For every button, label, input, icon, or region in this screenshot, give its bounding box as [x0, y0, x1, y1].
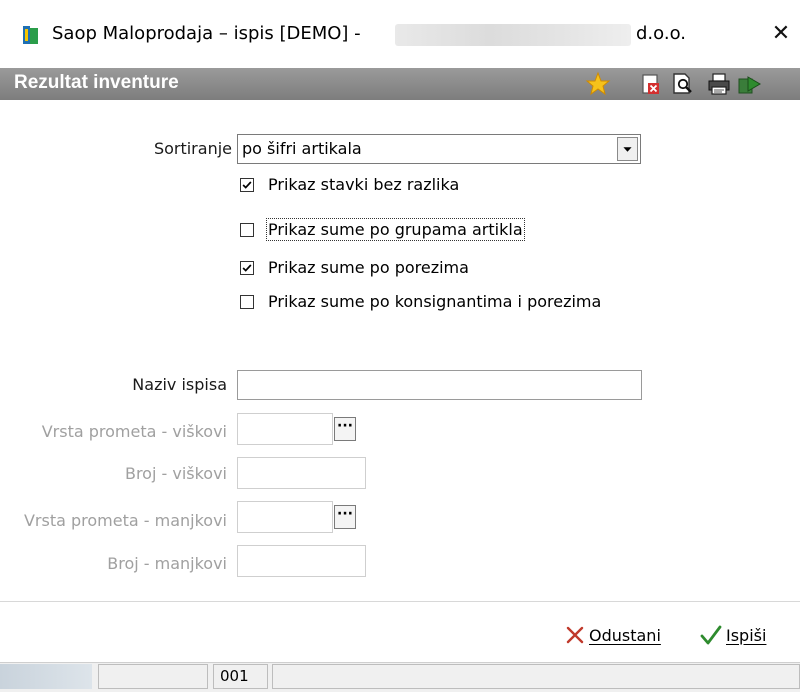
- vrsta-manjkovi-lookup-button[interactable]: ···: [334, 505, 356, 529]
- cancel-button-label: Odustani: [589, 625, 661, 645]
- sort-label: Sortiranje: [153, 139, 232, 158]
- app-icon: [23, 26, 38, 44]
- status-code-panel: 001: [213, 664, 268, 689]
- broj-viskovi-label: Broj - viškovi: [124, 464, 227, 483]
- status-panel: [98, 664, 208, 689]
- chevron-down-icon[interactable]: [617, 137, 638, 161]
- broj-manjkovi-field: [237, 545, 366, 577]
- vrsta-viskovi-field: [237, 413, 333, 445]
- cancel-button[interactable]: Odustani: [565, 622, 661, 648]
- export-icon[interactable]: [736, 71, 762, 97]
- close-icon: [566, 626, 584, 644]
- vrsta-manjkovi-label: Vrsta prometa - manjkovi: [23, 511, 227, 530]
- favorite-star-icon[interactable]: [585, 71, 611, 97]
- checkbox-suma-grupe[interactable]: [240, 223, 254, 237]
- status-user-panel: [0, 664, 92, 689]
- naziv-ispisa-label: Naziv ispisa: [132, 375, 227, 394]
- vrsta-viskovi-lookup-button[interactable]: ···: [334, 417, 356, 441]
- delete-document-icon[interactable]: [638, 71, 664, 97]
- checkbox-suma-konsignanti[interactable]: [240, 295, 254, 309]
- print-button-label: Ispiši: [726, 625, 767, 645]
- checkbox-label: Prikaz sume po grupama artikla: [266, 218, 525, 241]
- divider: [0, 601, 800, 602]
- print-button[interactable]: Ispiši: [700, 622, 766, 648]
- checkbox-label: Prikaz sume po porezima: [268, 258, 469, 277]
- vrsta-viskovi-label: Vrsta prometa - viškovi: [41, 422, 227, 441]
- redacted-company-name: [395, 24, 631, 46]
- vrsta-manjkovi-field: [237, 501, 333, 533]
- broj-manjkovi-label: Broj - manjkovi: [107, 554, 227, 573]
- checkbox-label: Prikaz sume po konsignantima i porezima: [268, 292, 602, 311]
- window-title-suffix: d.o.o.: [636, 23, 686, 44]
- naziv-ispisa-input[interactable]: [237, 370, 642, 400]
- checkbox-prikaz-stavki[interactable]: [240, 178, 254, 192]
- checkbox-label: Prikaz stavki bez razlika: [268, 175, 460, 194]
- checkbox-suma-porezi[interactable]: [240, 261, 254, 275]
- checkmark-icon: [700, 625, 722, 645]
- page-title: Rezultat inventure: [14, 72, 179, 93]
- print-preview-icon[interactable]: [670, 71, 696, 97]
- broj-viskovi-field: [237, 457, 366, 489]
- status-message-panel: [272, 664, 800, 689]
- sort-select-value: po šifri artikala: [242, 139, 362, 158]
- printer-icon[interactable]: [706, 71, 732, 97]
- window-title: Saop Maloprodaja – ispis [DEMO] -: [52, 23, 361, 44]
- close-button[interactable]: ✕: [764, 18, 798, 50]
